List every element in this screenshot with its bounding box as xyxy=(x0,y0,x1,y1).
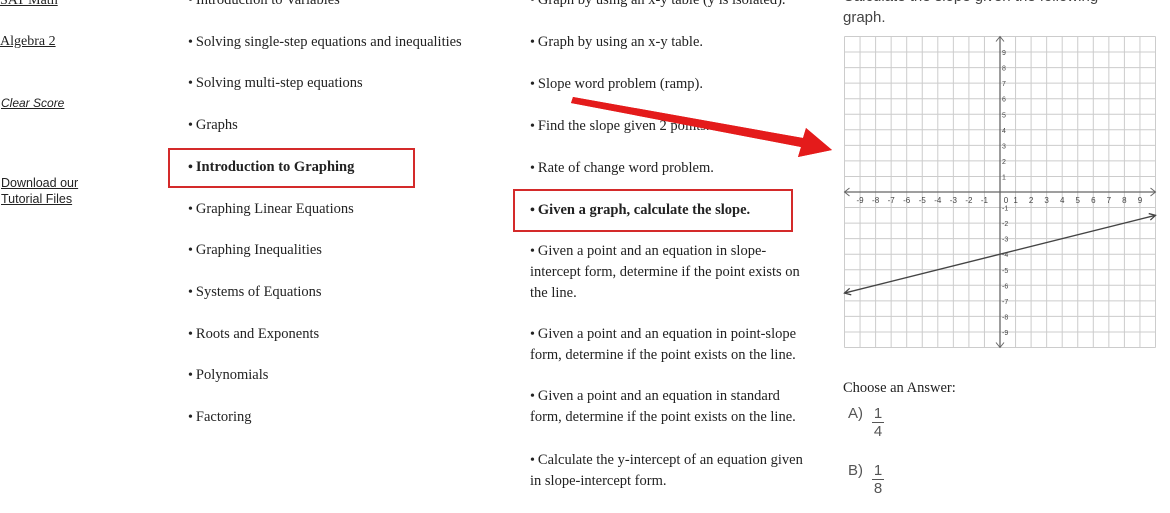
annotation-arrow xyxy=(571,97,832,157)
red-arrow-icon xyxy=(571,97,832,157)
